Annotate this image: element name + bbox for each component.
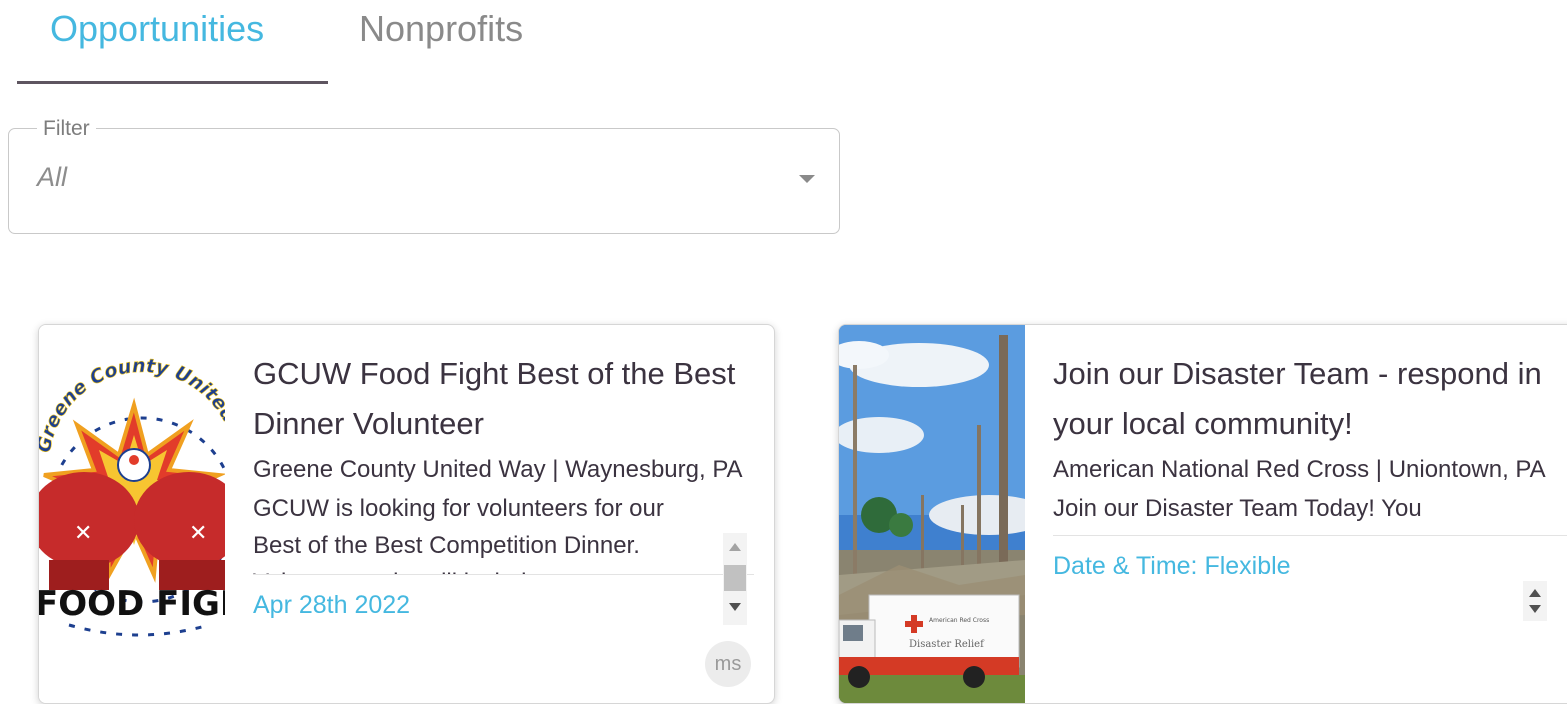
- filter-selected-value: All: [37, 162, 68, 192]
- card-date: Date & Time: Flexible: [1053, 552, 1291, 580]
- food-fight-logo-icon: Greene County United Way ✕ ✕ FOOD FIGHT: [39, 325, 225, 703]
- opportunity-card[interactable]: American Red Cross Disaster Relief Join …: [838, 324, 1567, 704]
- card-description-scroll-area[interactable]: Join our Disaster Team Today! You: [1053, 490, 1567, 535]
- active-tab-indicator: [17, 81, 328, 84]
- description-scrollbar[interactable]: [1523, 581, 1547, 621]
- card-title[interactable]: GCUW Food Fight Best of the Best Dinner …: [253, 349, 754, 449]
- opportunity-card[interactable]: Greene County United Way ✕ ✕ FOOD FIGHT …: [38, 324, 775, 704]
- scrollbar-thumb: [724, 565, 746, 591]
- card-description-scroll-area[interactable]: GCUW is looking for volunteers for our B…: [253, 490, 754, 574]
- card-title[interactable]: Join our Disaster Team - respond in your…: [1053, 349, 1567, 449]
- card-body: Join our Disaster Team - respond in your…: [1053, 349, 1567, 581]
- truck-logo-text: American Red Cross: [929, 617, 989, 624]
- card-org-location: American National Red Cross | Uniontown,…: [1053, 456, 1546, 483]
- svg-text:✕: ✕: [74, 521, 92, 546]
- disaster-scene-image: American Red Cross Disaster Relief: [839, 325, 1025, 703]
- tab-nonprofits[interactable]: Nonprofits: [359, 8, 523, 50]
- card-date: Apr 28th 2022: [253, 591, 411, 619]
- card-org-location: Greene County United Way | Waynesburg, P…: [253, 456, 743, 483]
- description-scrollbar[interactable]: [723, 533, 747, 625]
- avatar[interactable]: ms: [705, 641, 751, 687]
- disaster-relief-photo: American Red Cross Disaster Relief: [839, 325, 1025, 703]
- svg-text:✕: ✕: [189, 521, 207, 546]
- filter-select[interactable]: Filter All: [8, 117, 840, 234]
- card-description: GCUW is looking for volunteers for our B…: [253, 495, 664, 574]
- logo-food-fight-text: FOOD FIGHT: [39, 584, 225, 624]
- divider: [253, 574, 754, 575]
- card-body: GCUW Food Fight Best of the Best Dinner …: [253, 349, 754, 620]
- chevron-down-icon[interactable]: [799, 175, 815, 183]
- food-fight-logo-image: Greene County United Way ✕ ✕ FOOD FIGHT: [39, 325, 225, 703]
- card-description: Join our Disaster Team Today! You: [1053, 495, 1422, 522]
- truck-text: Disaster Relief: [909, 639, 985, 650]
- tab-bar: Opportunities Nonprofits: [0, 0, 700, 86]
- filter-label: Filter: [37, 117, 96, 141]
- divider: [1053, 535, 1567, 536]
- tab-opportunities[interactable]: Opportunities: [50, 8, 264, 50]
